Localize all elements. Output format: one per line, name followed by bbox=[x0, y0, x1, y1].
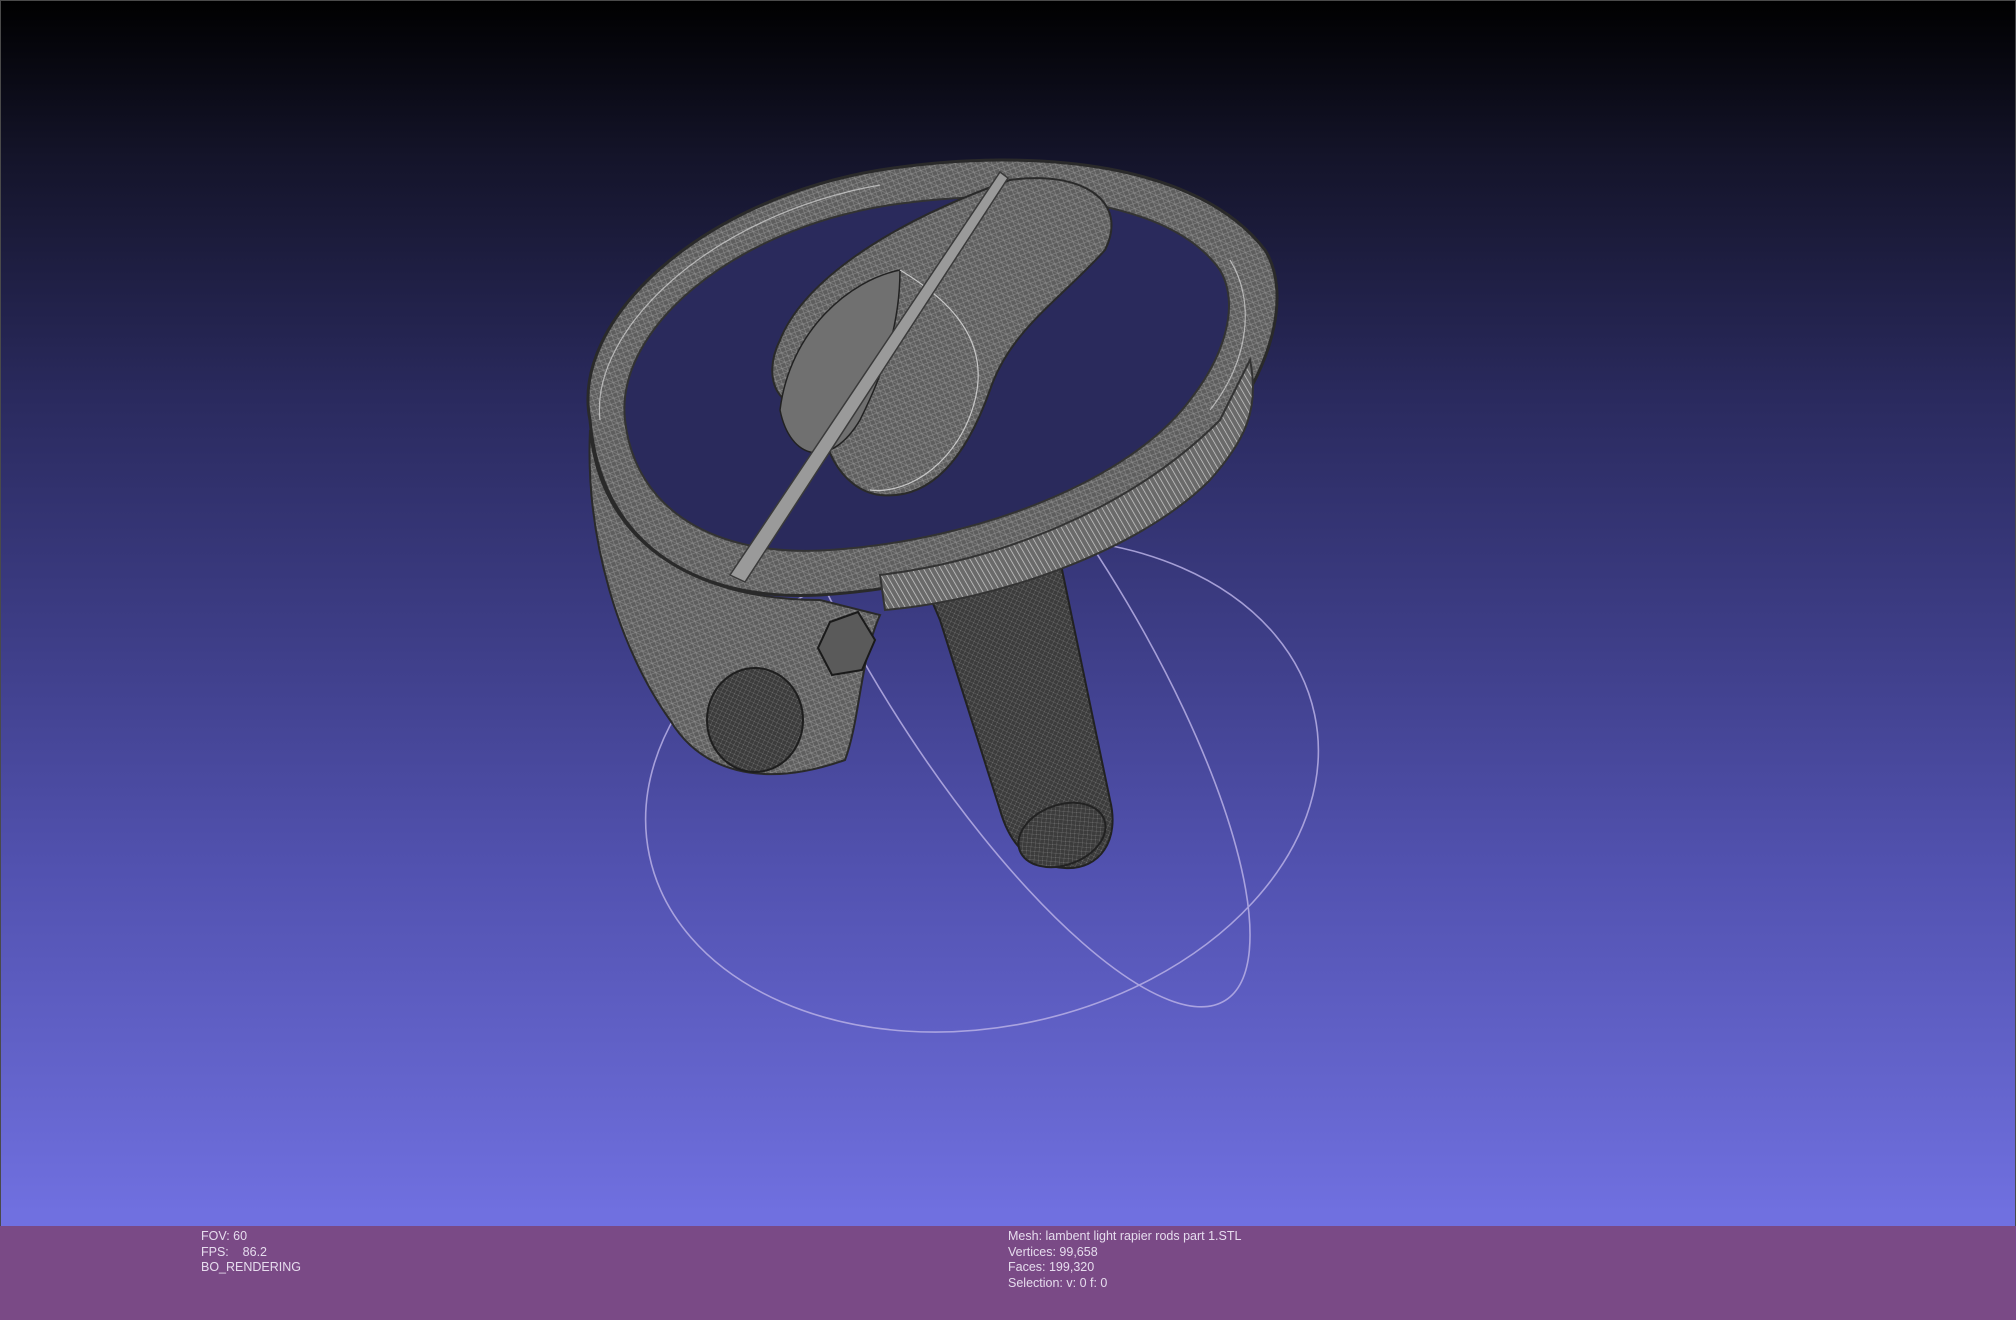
render-info: FOV: 60 FPS: 86.2 BO_RENDERING bbox=[201, 1229, 301, 1276]
mesh-render[interactable] bbox=[0, 0, 2016, 1226]
selection-label: Selection: v: 0 f: 0 bbox=[1008, 1275, 1108, 1290]
mesh-name-label: Mesh: lambent light rapier rods part 1.S… bbox=[1008, 1229, 1242, 1243]
render-mode-label: BO_RENDERING bbox=[201, 1260, 302, 1274]
faces-label: Faces: 199,320 bbox=[1008, 1260, 1095, 1274]
fov-label: FOV: 60 bbox=[201, 1229, 248, 1243]
mesh-medallion bbox=[706, 667, 804, 773]
mesh-info: Mesh: lambent light rapier rods part 1.S… bbox=[1008, 1229, 1241, 1291]
vertices-label: Vertices: 99,658 bbox=[1008, 1244, 1098, 1259]
3d-viewport[interactable] bbox=[0, 0, 2016, 1320]
fps-label: FPS: 86.2 bbox=[201, 1244, 268, 1259]
